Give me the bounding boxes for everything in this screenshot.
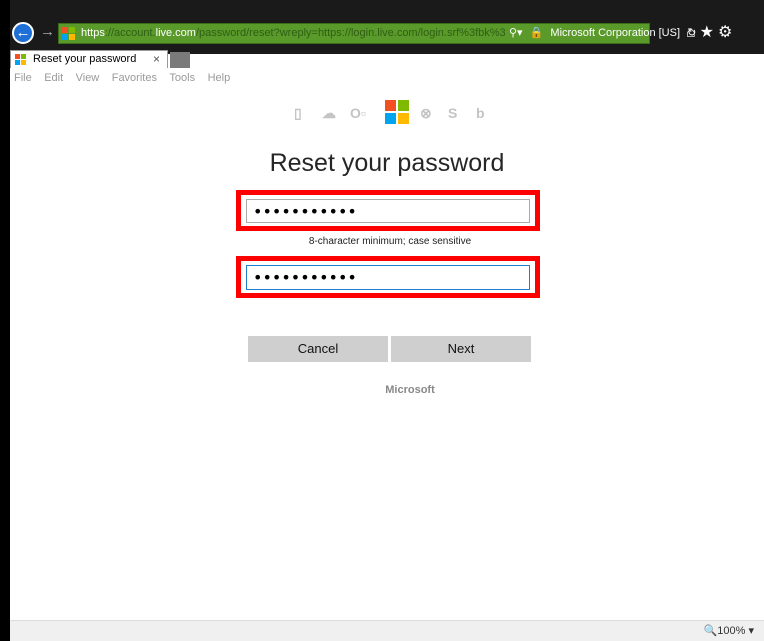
lock-icon[interactable]: 🔒	[530, 27, 544, 39]
zoom-icon: 🔍	[703, 625, 718, 637]
menu-view[interactable]: View	[76, 69, 100, 87]
xbox-icon: ⊗	[420, 105, 432, 121]
zoom-control[interactable]: 🔍100% ▾	[704, 624, 754, 637]
tab-bar: Reset your password ×	[10, 48, 764, 68]
office-icon: ▯	[294, 105, 302, 121]
new-tab-button[interactable]	[170, 52, 190, 68]
skype-icon: S	[448, 105, 458, 121]
cancel-button[interactable]: Cancel	[248, 336, 388, 362]
menu-edit[interactable]: Edit	[44, 69, 63, 87]
favorites-star-icon[interactable]: ★	[700, 24, 718, 41]
address-bar-icons: ⚲▾ 🔒 Microsoft Corporation [US] ↻	[509, 26, 700, 41]
site-favicon-icon	[62, 27, 76, 41]
menu-file[interactable]: File	[14, 69, 32, 87]
menu-help[interactable]: Help	[208, 69, 231, 87]
next-button[interactable]: Next	[391, 336, 531, 362]
home-icon[interactable]: ⌂	[686, 24, 700, 41]
tab-title: Reset your password	[33, 53, 137, 65]
page-content: ▯ ☁ O▫ ⊗ S b Reset your password 8-chara…	[10, 86, 764, 620]
search-icon[interactable]: ⚲▾	[509, 27, 523, 39]
tab-close-icon[interactable]: ×	[153, 52, 160, 66]
page-title: Reset your password	[269, 149, 505, 177]
zoom-level: 100%	[717, 625, 746, 637]
menu-bar: File Edit View Favorites Tools Help	[10, 68, 764, 86]
forward-button[interactable]: →	[40, 24, 55, 40]
browser-titlebar: ← → https://account.live.com/password/re…	[10, 0, 764, 54]
browser-window: ← → https://account.live.com/password/re…	[10, 0, 764, 641]
back-button[interactable]: ←	[12, 22, 34, 44]
bing-icon: b	[476, 105, 485, 121]
onedrive-icon: ☁	[322, 105, 336, 121]
confirm-password-field[interactable]	[246, 265, 530, 290]
password-hint: 8-character minimum; case sensitive	[308, 236, 472, 247]
tab-reset-password[interactable]: Reset your password ×	[10, 50, 168, 68]
browser-right-icons: ⌂★⚙	[686, 22, 736, 42]
outlook-icon: O▫	[350, 105, 366, 121]
tab-favicon-icon	[15, 54, 27, 66]
menu-favorites[interactable]: Favorites	[112, 69, 157, 87]
url-text: https://account.live.com/password/reset?…	[81, 27, 505, 39]
address-bar[interactable]: https://account.live.com/password/reset?…	[58, 23, 696, 44]
certificate-label[interactable]: Microsoft Corporation [US]	[550, 27, 680, 39]
menu-tools[interactable]: Tools	[169, 69, 195, 87]
new-password-field[interactable]	[246, 199, 530, 223]
microsoft-logo-icon	[385, 100, 409, 124]
status-bar: 🔍100% ▾	[10, 620, 764, 641]
settings-gear-icon[interactable]: ⚙	[718, 24, 736, 41]
footer-microsoft: Microsoft	[385, 384, 435, 396]
product-icons-row: ▯ ☁ O▫ ⊗ S b	[280, 100, 510, 124]
